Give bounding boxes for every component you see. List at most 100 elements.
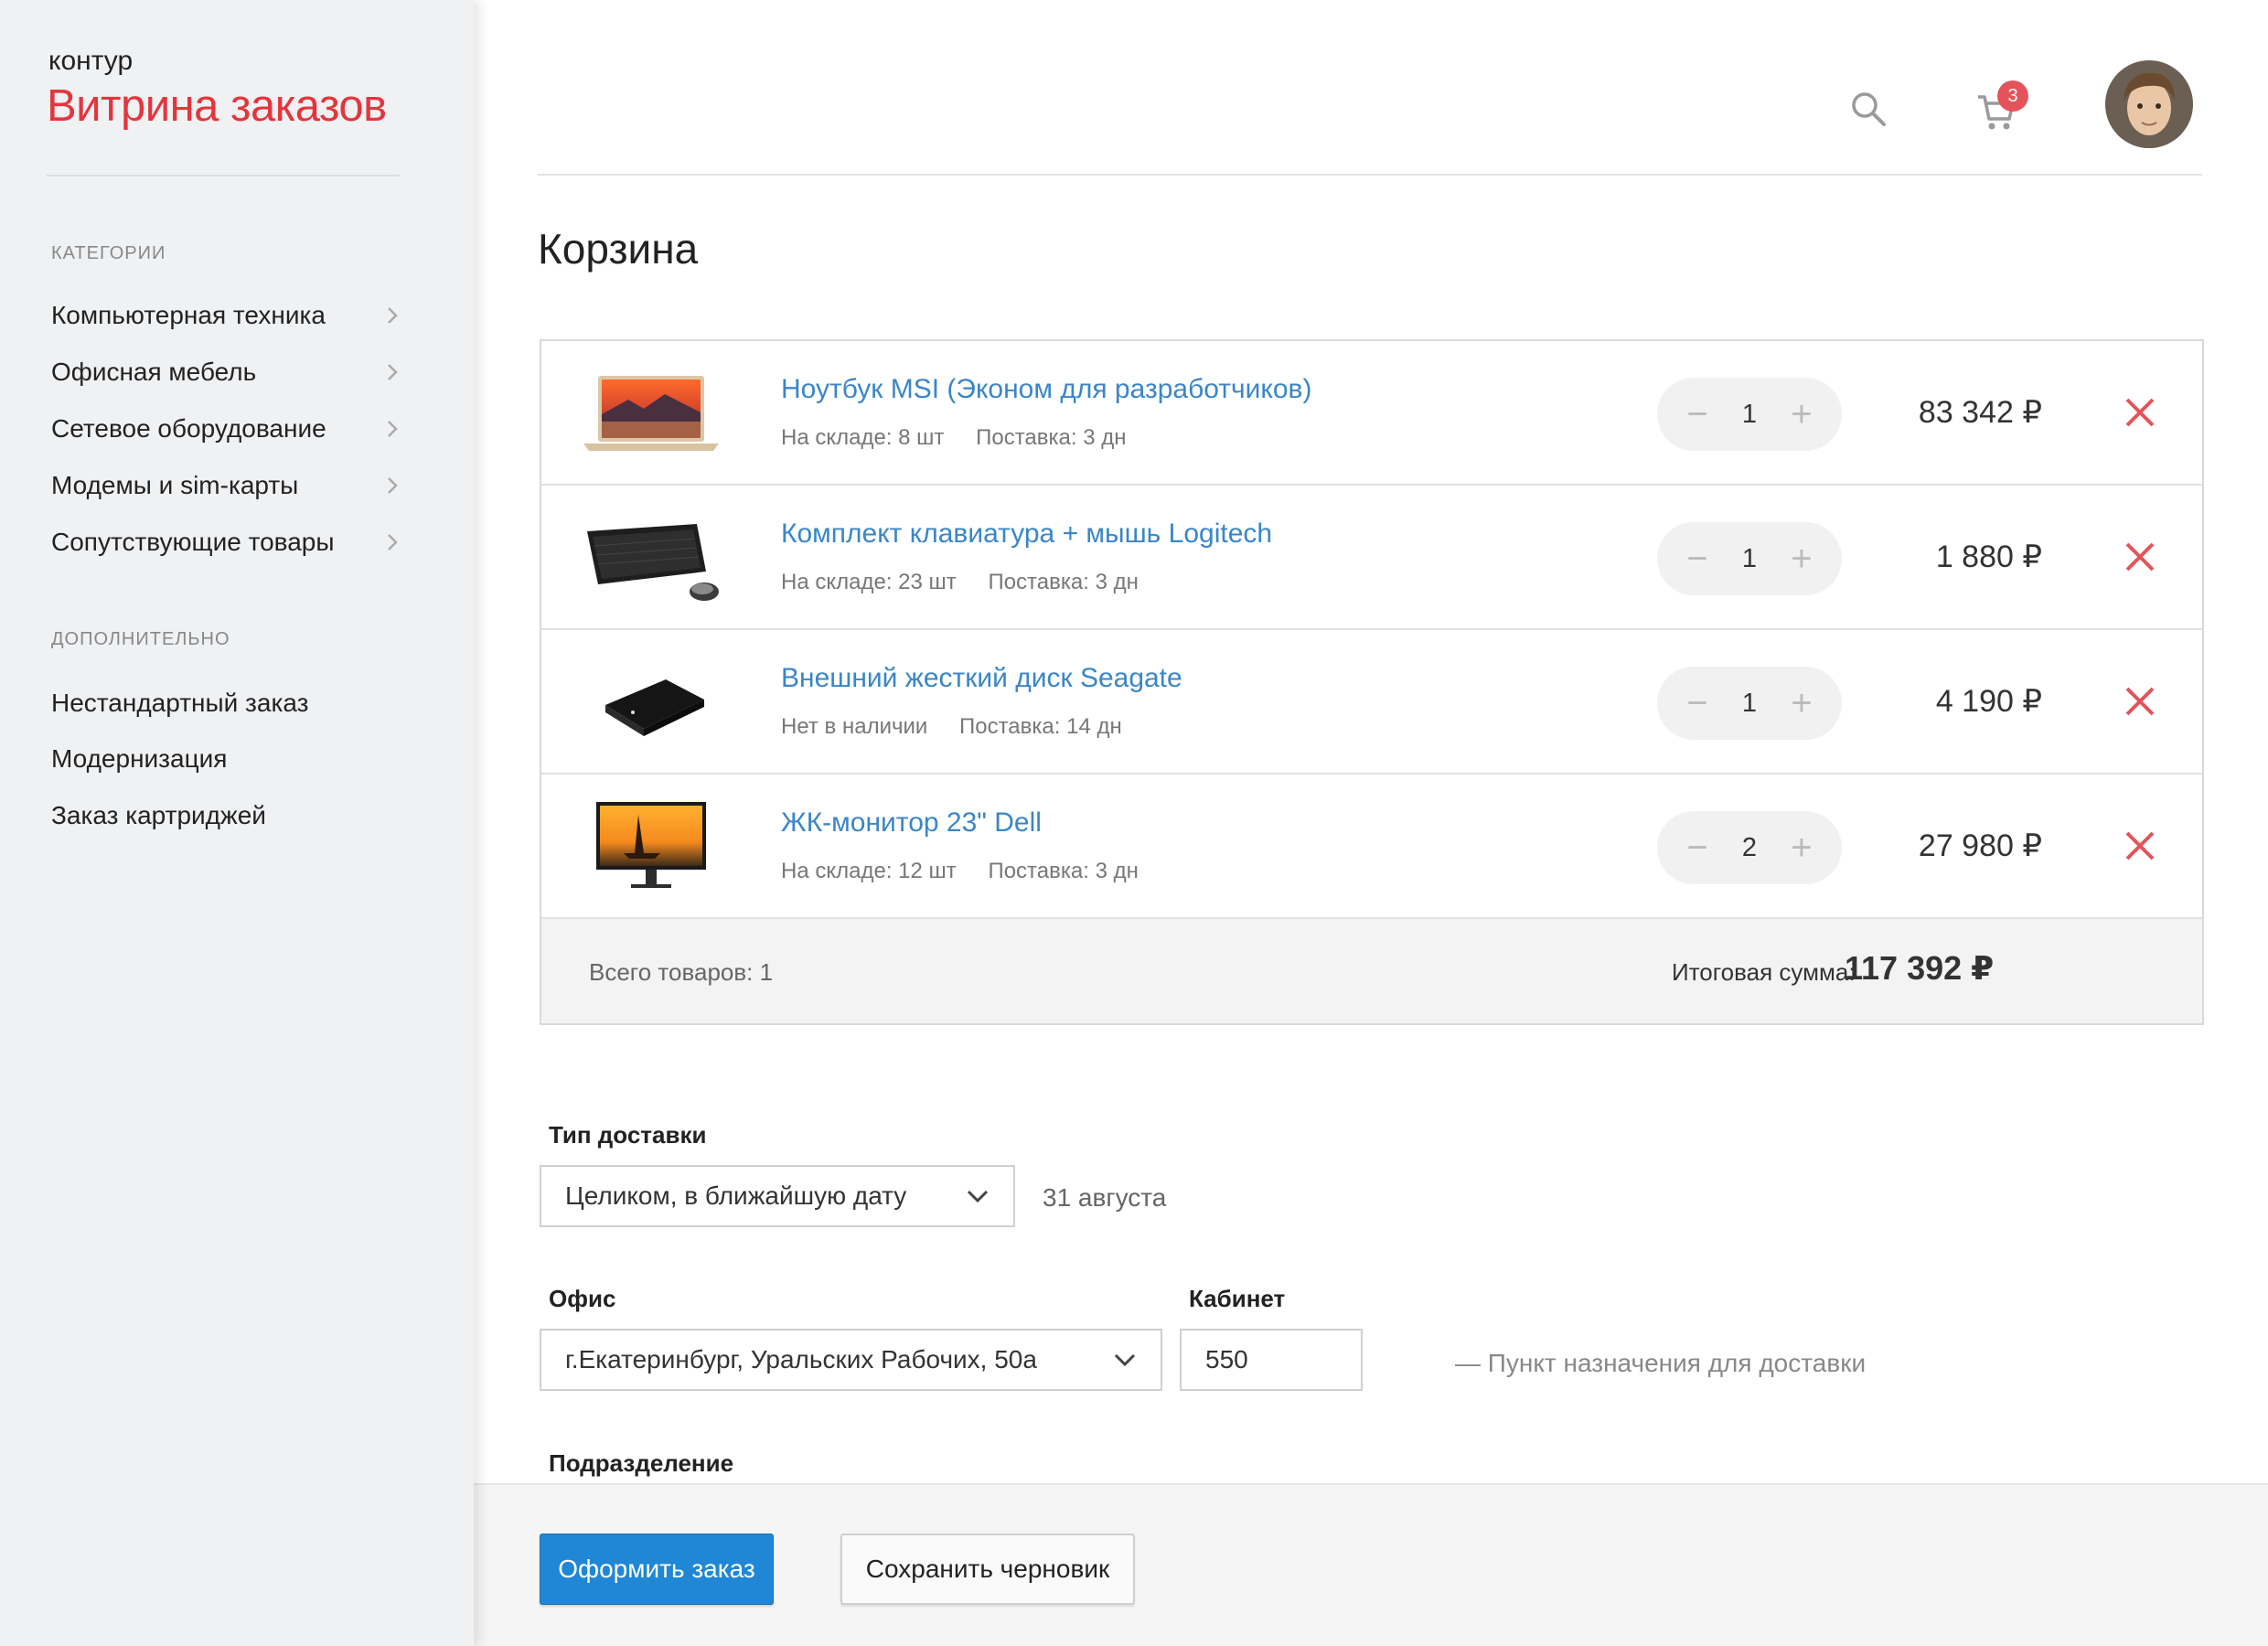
product-name-link[interactable]: Ноутбук MSI (Эконом для разработчиков) xyxy=(781,374,1311,405)
chevron-down-icon xyxy=(967,1190,989,1203)
quantity-value[interactable]: 1 xyxy=(1742,400,1757,430)
sidebar-item-furniture[interactable]: Офисная мебель xyxy=(51,349,401,395)
decrease-button[interactable]: − xyxy=(1683,829,1712,866)
increase-button[interactable]: + xyxy=(1787,540,1816,577)
remove-icon[interactable] xyxy=(2122,394,2158,431)
sidebar-item-label: Офисная мебель xyxy=(51,358,257,386)
sidebar-divider xyxy=(47,175,400,176)
total-items-count: Всего товаров: 1 xyxy=(589,958,774,986)
quantity-stepper: − 2 + xyxy=(1657,811,1842,884)
decrease-button[interactable]: − xyxy=(1683,396,1712,433)
product-stock: На складе: 8 шт xyxy=(781,425,945,450)
sidebar-section-additional: Дополнительно xyxy=(51,629,230,649)
quantity-stepper: − 1 + xyxy=(1657,522,1842,595)
brand-title[interactable]: Витрина заказов xyxy=(47,80,387,132)
sidebar-item-label: Модемы и sim-карты xyxy=(51,471,299,499)
remove-icon[interactable] xyxy=(2122,539,2158,575)
avatar-image xyxy=(2105,60,2193,148)
delivery-type-label: Тип доставки xyxy=(549,1121,707,1149)
total-value: 117 392 ₽ xyxy=(1845,949,1995,987)
room-input[interactable] xyxy=(1180,1329,1363,1391)
division-label: Подразделение xyxy=(549,1449,734,1477)
page-title: Корзина xyxy=(538,225,699,273)
sidebar-section-categories: Категории xyxy=(51,243,166,263)
sidebar-item-label: Компьютерная техника xyxy=(51,301,326,329)
increase-button[interactable]: + xyxy=(1787,829,1816,866)
sidebar-item-label: Сетевое оборудование xyxy=(51,414,326,443)
quantity-stepper: − 1 + xyxy=(1657,378,1842,451)
sidebar: контур Витрина заказов Категории Компьют… xyxy=(0,0,474,1646)
quantity-value[interactable]: 1 xyxy=(1742,689,1757,719)
hard-drive-thumbnail xyxy=(605,679,704,736)
sidebar-item-cartridges[interactable]: Заказ картриджей xyxy=(51,793,401,839)
keyboard-thumbnail xyxy=(587,524,719,601)
remove-icon[interactable] xyxy=(2122,683,2158,720)
cart-count-badge: 3 xyxy=(1997,80,2028,112)
sidebar-item-upgrade[interactable]: Модернизация xyxy=(51,736,401,782)
product-meta: Нет в наличии Поставка: 14 дн xyxy=(781,714,1148,740)
product-meta: На складе: 23 шт Поставка: 3 дн xyxy=(781,570,1164,595)
product-delivery: Поставка: 3 дн xyxy=(976,425,1127,450)
product-name-link[interactable]: Комплект клавиатура + мышь Logitech xyxy=(781,518,1272,550)
product-price: 83 342 ₽ xyxy=(1918,395,2042,430)
quantity-value[interactable]: 2 xyxy=(1742,833,1757,863)
product-delivery: Поставка: 3 дн xyxy=(988,859,1139,883)
sidebar-item-network[interactable]: Сетевое оборудование xyxy=(51,406,401,452)
increase-button[interactable]: + xyxy=(1787,396,1816,433)
sidebar-item-label: Нестандартный заказ xyxy=(51,689,309,717)
search-icon[interactable] xyxy=(1849,90,1888,128)
product-name-link[interactable]: ЖК-монитор 23" Dell xyxy=(781,807,1042,839)
chevron-right-icon xyxy=(388,307,398,324)
office-select[interactable]: г.Екатеринбург, Уральских Рабочих, 50а xyxy=(540,1329,1162,1391)
main-content: 3 Корзина Ноутбук MSI (Эконом для разраб… xyxy=(474,0,2268,1646)
sidebar-item-label: Модернизация xyxy=(51,744,228,773)
product-price: 27 980 ₽ xyxy=(1918,828,2042,863)
laptop-thumbnail xyxy=(583,376,719,451)
sidebar-item-accessories[interactable]: Сопутствующие товары xyxy=(51,519,401,565)
product-delivery: Поставка: 3 дн xyxy=(988,570,1139,594)
cart-row: Комплект клавиатура + мышь Logitech На с… xyxy=(541,486,2202,630)
destination-hint: — Пункт назначения для доставки xyxy=(1455,1349,1867,1377)
cart-row: Ноутбук MSI (Эконом для разработчиков) Н… xyxy=(541,341,2202,486)
quantity-stepper: − 1 + xyxy=(1657,667,1842,740)
cart-summary: Всего товаров: 1 Итоговая сумма: 117 392… xyxy=(541,919,2202,1023)
header-divider xyxy=(538,174,2202,176)
delivery-date: 31 августа xyxy=(1043,1183,1167,1212)
product-meta: На складе: 8 шт Поставка: 3 дн xyxy=(781,425,1152,451)
chevron-right-icon xyxy=(388,421,398,437)
avatar[interactable] xyxy=(2105,60,2193,148)
monitor-thumbnail xyxy=(596,802,706,888)
remove-icon[interactable] xyxy=(2122,828,2158,864)
chevron-right-icon xyxy=(388,364,398,380)
product-stock: На складе: 23 шт xyxy=(781,570,957,594)
submit-order-button[interactable]: Оформить заказ xyxy=(540,1534,774,1605)
cart-row: ЖК-монитор 23" Dell На складе: 12 шт Пос… xyxy=(541,775,2202,919)
product-name-link[interactable]: Внешний жесткий диск Seagate xyxy=(781,663,1182,694)
office-label: Офис xyxy=(549,1285,616,1312)
product-price: 1 880 ₽ xyxy=(1935,540,2042,574)
sidebar-item-custom-order[interactable]: Нестандартный заказ xyxy=(51,680,401,726)
quantity-value[interactable]: 1 xyxy=(1742,544,1757,574)
decrease-button[interactable]: − xyxy=(1683,685,1712,721)
increase-button[interactable]: + xyxy=(1787,685,1816,721)
chevron-right-icon xyxy=(388,534,398,550)
sidebar-item-computers[interactable]: Компьютерная техника xyxy=(51,293,401,338)
product-stock: Нет в наличии xyxy=(781,714,928,739)
sidebar-item-label: Заказ картриджей xyxy=(51,801,266,829)
chevron-down-icon xyxy=(1114,1353,1136,1367)
sidebar-item-modems[interactable]: Модемы и sim-карты xyxy=(51,463,401,508)
room-label: Кабинет xyxy=(1189,1285,1286,1312)
product-delivery: Поставка: 14 дн xyxy=(958,714,1122,739)
delivery-type-select[interactable]: Целиком, в ближайшую дату xyxy=(540,1165,1015,1227)
cart-row: Внешний жесткий диск Seagate Нет в налич… xyxy=(541,630,2202,775)
cart-table: Ноутбук MSI (Эконом для разработчиков) Н… xyxy=(540,339,2204,1025)
save-draft-button[interactable]: Сохранить черновик xyxy=(840,1534,1135,1605)
delivery-type-value: Целиком, в ближайшую дату xyxy=(565,1181,907,1210)
decrease-button[interactable]: − xyxy=(1683,540,1712,577)
product-price: 4 190 ₽ xyxy=(1935,684,2042,719)
total-label: Итоговая сумма: xyxy=(1672,958,1856,986)
product-meta: На складе: 12 шт Поставка: 3 дн xyxy=(781,859,1164,884)
product-stock: На складе: 12 шт xyxy=(781,859,957,883)
sidebar-item-label: Сопутствующие товары xyxy=(51,528,335,556)
action-footer: Оформить заказ Сохранить черновик xyxy=(474,1483,2268,1646)
